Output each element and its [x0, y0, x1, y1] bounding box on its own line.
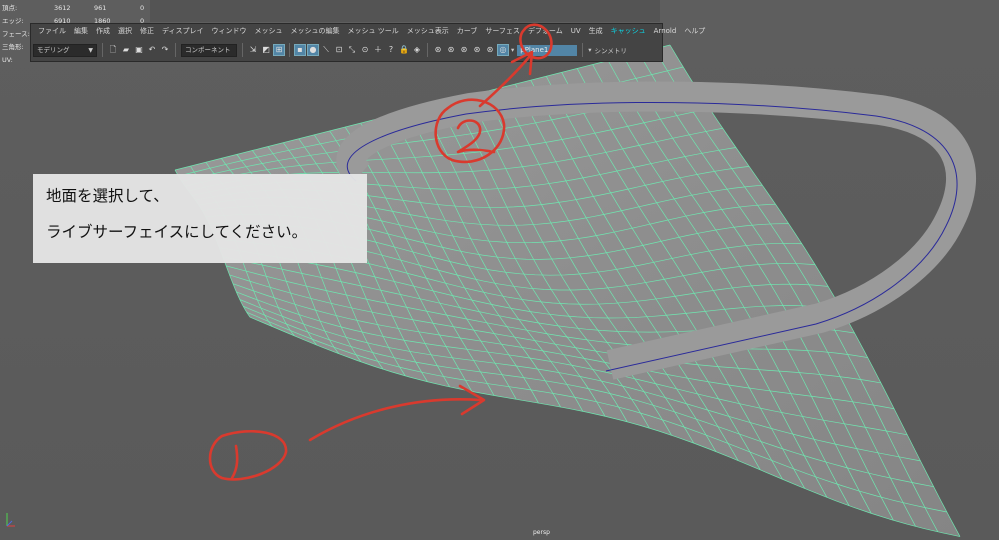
menu-item[interactable]: ファイル	[34, 24, 70, 39]
snap-view-plane-icon[interactable]: ⊛	[472, 45, 482, 55]
instruction-line-2: ライブサーフェイスにしてください。	[46, 223, 308, 241]
top-strip	[150, 0, 660, 22]
menu-item[interactable]: カーブ	[453, 24, 482, 39]
hud-label: 三角形:	[2, 43, 24, 51]
snap-grid-icon[interactable]: ⊛	[433, 45, 443, 55]
mode-dropdown-label: モデリング	[37, 45, 70, 54]
select-by-dynamics-icon[interactable]: ⊙	[360, 45, 370, 55]
symmetry-label[interactable]: シンメトリ	[595, 45, 627, 55]
instruction-box: 地面を選択して、 ライブサーフェイスにしてください。	[33, 174, 367, 263]
menu-item[interactable]: UV	[567, 24, 585, 39]
hud-value: 3612	[54, 4, 71, 12]
divider	[175, 43, 176, 57]
make-live-icon[interactable]: ◎	[497, 44, 509, 56]
divider	[289, 43, 290, 57]
new-scene-icon[interactable]: 🗋	[108, 45, 118, 55]
snap-point-icon[interactable]: ⊛	[459, 45, 469, 55]
menu-bar[interactable]: ファイル 編集 作成 選択 修正 ディスプレイ ウィンドウ メッシュ メッシュの編集 メッシュ ツ…	[31, 24, 705, 39]
menu-item[interactable]: メッシュの編集	[287, 24, 344, 39]
menu-item[interactable]: 生成	[585, 24, 607, 39]
menu-item[interactable]: キャッシュ	[607, 24, 650, 39]
hud-row: 頂点: 3612 961 0	[2, 2, 152, 15]
status-toolbar[interactable]: モデリング ▼ 🗋 ▰ ▣ ↶ ↷ コンポーネント ⇲ ◩ ⊞ ▪ ● ⟍ ⊡ ⤡…	[31, 39, 662, 61]
chevron-down-icon: ▾	[511, 46, 515, 54]
hud-value: 961	[94, 4, 107, 12]
select-by-joint-icon[interactable]: ●	[307, 44, 319, 56]
select-by-deform-icon[interactable]: ⤡	[347, 45, 357, 55]
menu-item[interactable]: サーフェス	[481, 24, 524, 39]
main-menu-window[interactable]: ファイル 編集 作成 選択 修正 ディスプレイ ウィンドウ メッシュ メッシュの編集 メッシュ ツ…	[30, 23, 705, 62]
mode-dropdown[interactable]: モデリング ▼	[33, 43, 97, 57]
divider	[582, 43, 584, 57]
view-axis-gizmo	[6, 513, 15, 527]
component-select-icon[interactable]: ⊞	[273, 44, 285, 56]
highlight-icon[interactable]: ◈	[412, 45, 422, 55]
select-by-curve-icon[interactable]: ⟍	[321, 45, 331, 55]
object-select-icon[interactable]: ◩	[261, 45, 271, 55]
axis-z	[6, 520, 13, 527]
hud-label: エッジ:	[2, 17, 24, 25]
menu-item[interactable]: デフォーム	[524, 24, 567, 39]
divider	[102, 43, 103, 57]
snap-curve-icon[interactable]: ⊛	[446, 45, 456, 55]
open-folder-icon[interactable]: ▰	[121, 45, 131, 55]
viewport-scene[interactable]	[0, 0, 999, 540]
save-icon[interactable]: ▣	[134, 45, 144, 55]
menu-item[interactable]: 選択	[114, 24, 136, 39]
menu-item[interactable]: メッシュ	[251, 24, 287, 39]
menu-item[interactable]: ディスプレイ	[158, 24, 208, 39]
perspective-viewport[interactable]: 頂点: 3612 961 0 エッジ: 6910 1860 0 フェース: 三角形: UV: ファイ…	[0, 0, 999, 540]
hierarchy-select-icon[interactable]: ⇲	[248, 45, 258, 55]
select-by-handle-icon[interactable]: ▪	[294, 44, 306, 56]
chevron-down-icon: ▼	[88, 46, 93, 54]
undo-icon[interactable]: ↶	[147, 45, 157, 55]
live-object-field[interactable]: pPlane1	[517, 44, 578, 56]
select-by-surface-icon[interactable]: ⊡	[334, 45, 344, 55]
component-label: コンポーネント	[185, 45, 231, 54]
select-by-misc-icon[interactable]: ?	[386, 45, 396, 55]
divider	[427, 43, 428, 57]
selection-mode-dropdown[interactable]: コンポーネント	[181, 43, 237, 57]
select-by-render-icon[interactable]: ＋	[373, 45, 383, 55]
menu-item[interactable]: Arnold	[650, 24, 681, 39]
hud-label: フェース:	[2, 30, 30, 38]
hud-label: 頂点:	[2, 4, 18, 12]
snap-projected-center-icon[interactable]: ⊛	[485, 45, 495, 55]
hud-label: UV:	[2, 56, 13, 64]
chevron-down-icon: ▾	[588, 46, 592, 54]
menu-item[interactable]: 修正	[136, 24, 158, 39]
instruction-line-1: 地面を選択して、	[46, 187, 169, 205]
redo-icon[interactable]: ↷	[160, 45, 170, 55]
menu-item[interactable]: 作成	[92, 24, 114, 39]
camera-label: persp	[533, 529, 550, 536]
menu-item[interactable]: ヘルプ	[680, 24, 709, 39]
menu-item[interactable]: 編集	[70, 24, 92, 39]
lock-icon[interactable]: 🔒	[399, 45, 409, 55]
hud-value: 0	[140, 4, 145, 12]
divider	[242, 43, 243, 57]
menu-item[interactable]: メッシュ ツール	[344, 24, 403, 39]
menu-item[interactable]: メッシュ表示	[403, 24, 453, 39]
menu-item[interactable]: ウィンドウ	[208, 24, 251, 39]
